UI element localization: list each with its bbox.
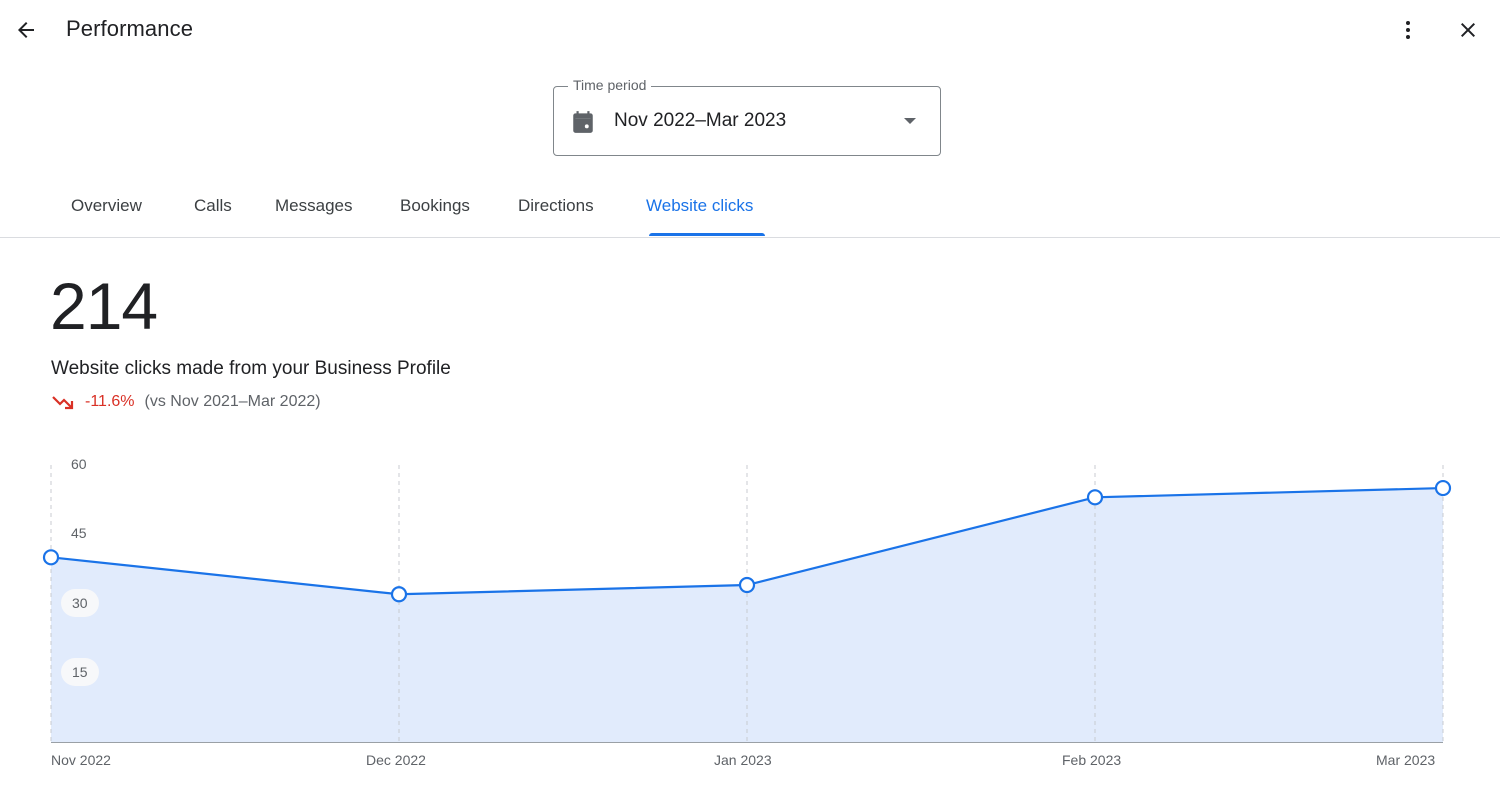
time-period-label: Time period (568, 77, 652, 93)
y-tick-label: 45 (71, 525, 87, 542)
trending-down-icon (52, 396, 74, 410)
more-options-button[interactable] (1390, 12, 1426, 48)
tab-calls[interactable]: Calls (194, 196, 232, 238)
data-point[interactable] (1434, 479, 1452, 497)
x-tick-label: Nov 2022 (51, 752, 111, 768)
dropdown-arrow-icon (904, 118, 916, 124)
total-clicks-value: 214 (50, 269, 158, 343)
x-tick-label: Dec 2022 (366, 752, 426, 768)
tab-directions[interactable]: Directions (518, 196, 594, 238)
data-point[interactable] (390, 586, 408, 603)
tab-messages[interactable]: Messages (275, 196, 352, 238)
x-tick-label: Mar 2023 (1376, 752, 1436, 768)
change-row: -11.6% (vs Nov 2021–Mar 2022) (51, 391, 321, 413)
top-bar: Performance (0, 0, 1500, 60)
data-point[interactable] (1086, 489, 1104, 506)
page-title: Performance (66, 16, 194, 41)
time-period-value: Nov 2022–Mar 2023 (614, 110, 787, 131)
active-tab-indicator (649, 233, 765, 236)
calendar-icon (573, 111, 593, 133)
comparison-period: (vs Nov 2021–Mar 2022) (144, 393, 321, 410)
close-icon (1461, 23, 1475, 37)
change-percentage: -11.6% (85, 393, 135, 410)
metric-description: Website clicks made from your Business P… (51, 358, 451, 379)
tab-bookings[interactable]: Bookings (400, 196, 470, 238)
tab-overview[interactable]: Overview (71, 196, 142, 238)
back-button[interactable] (8, 12, 44, 48)
y-tick-label: 60 (71, 456, 87, 472)
x-tick-label: Feb 2023 (1062, 752, 1122, 768)
close-button[interactable] (1450, 12, 1486, 48)
website-clicks-chart: 60 45 30 15 Nov 2022 Dec 2022 Jan 2023 Feb 202… (0, 440, 1500, 807)
area-fill (51, 488, 1443, 742)
data-point[interactable] (42, 549, 60, 566)
more-vert-icon (1406, 21, 1410, 39)
y-tick-label: 15 (61, 657, 99, 686)
tab-bar: Overview Calls Messages Bookings Directi… (0, 178, 1500, 238)
x-tick-label: Jan 2023 (714, 752, 772, 768)
y-tick-label: 30 (61, 588, 99, 617)
tab-website-clicks[interactable]: Website clicks (646, 196, 753, 238)
time-period-select[interactable]: Time period Nov 2022–Mar 2023 (553, 77, 941, 156)
data-point[interactable] (738, 576, 756, 594)
arrow-back-icon (18, 22, 34, 38)
